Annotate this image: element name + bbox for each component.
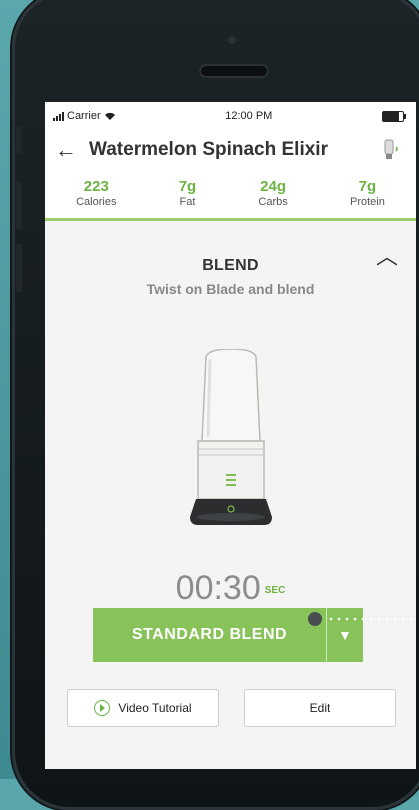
nutrition-value: 24g [260,178,287,195]
step-heading: BLEND [202,257,259,274]
nutrition-label: Carbs [258,196,288,208]
callout-dots [308,612,413,626]
nutrition-value: 7g [178,178,197,195]
nutrition-summary: 223 Calories 7g Fat 24g Carbs 7g Protein [45,170,416,221]
carrier-label: Carrier [67,110,101,122]
nutrition-label: Fat [179,196,196,208]
blend-button-label: STANDARD BLEND [131,626,288,643]
status-bar: Carrier 12:00 PM [45,102,416,130]
page-title: Watermelon Spinach Elixir [89,139,328,160]
edit-button[interactable]: Edit [244,689,396,727]
step-header: BLEND Twist on Blade and blend [45,221,416,297]
back-arrow-icon[interactable]: ← [55,137,89,163]
nutrition-label: Protein [349,196,385,208]
nutrition-carbs: 24g Carbs [258,178,287,208]
play-icon [94,700,111,716]
volume-up-button [16,182,22,230]
mute-switch [16,126,22,154]
blender-illustration [190,349,272,525]
header: ← Watermelon Spinach Elixir [45,130,416,170]
status-time: 12:00 PM [225,110,273,122]
nutrition-calories: 223 Calories [76,178,116,208]
blend-timer: 00:30 SEC [45,569,416,608]
timer-unit: SEC [264,584,286,596]
video-tutorial-button[interactable]: Video Tutorial [67,689,219,727]
step-card: ︿ BLEND Twist on Blade and blend 00:30 SE [45,221,416,769]
action-row: Video Tutorial Edit [67,689,396,727]
battery-icon [382,110,406,122]
step-instruction: Twist on Blade and blend [146,281,315,297]
nutrition-protein: 7g Protein [350,178,385,208]
chevron-up-icon[interactable]: ︿ [376,239,398,271]
video-tutorial-label: Video Tutorial [118,701,192,715]
edit-label: Edit [309,701,331,715]
nutrition-value: 223 [83,178,109,195]
nutrition-label: Calories [76,196,117,208]
front-camera [228,36,236,44]
wifi-icon [104,112,115,120]
blender-connection-icon[interactable] [378,136,406,164]
nutrition-fat: 7g Fat [179,178,197,208]
app-screen: Carrier 12:00 PM ← Watermelon Spinach El… [45,102,416,769]
timer-value: 00:30 [175,569,261,607]
earpiece-speaker [199,64,269,78]
nutrition-value: 7g [358,178,377,195]
phone-frame: Carrier 12:00 PM ← Watermelon Spinach El… [12,0,419,810]
volume-down-button [16,244,22,292]
signal-icon [53,111,64,121]
